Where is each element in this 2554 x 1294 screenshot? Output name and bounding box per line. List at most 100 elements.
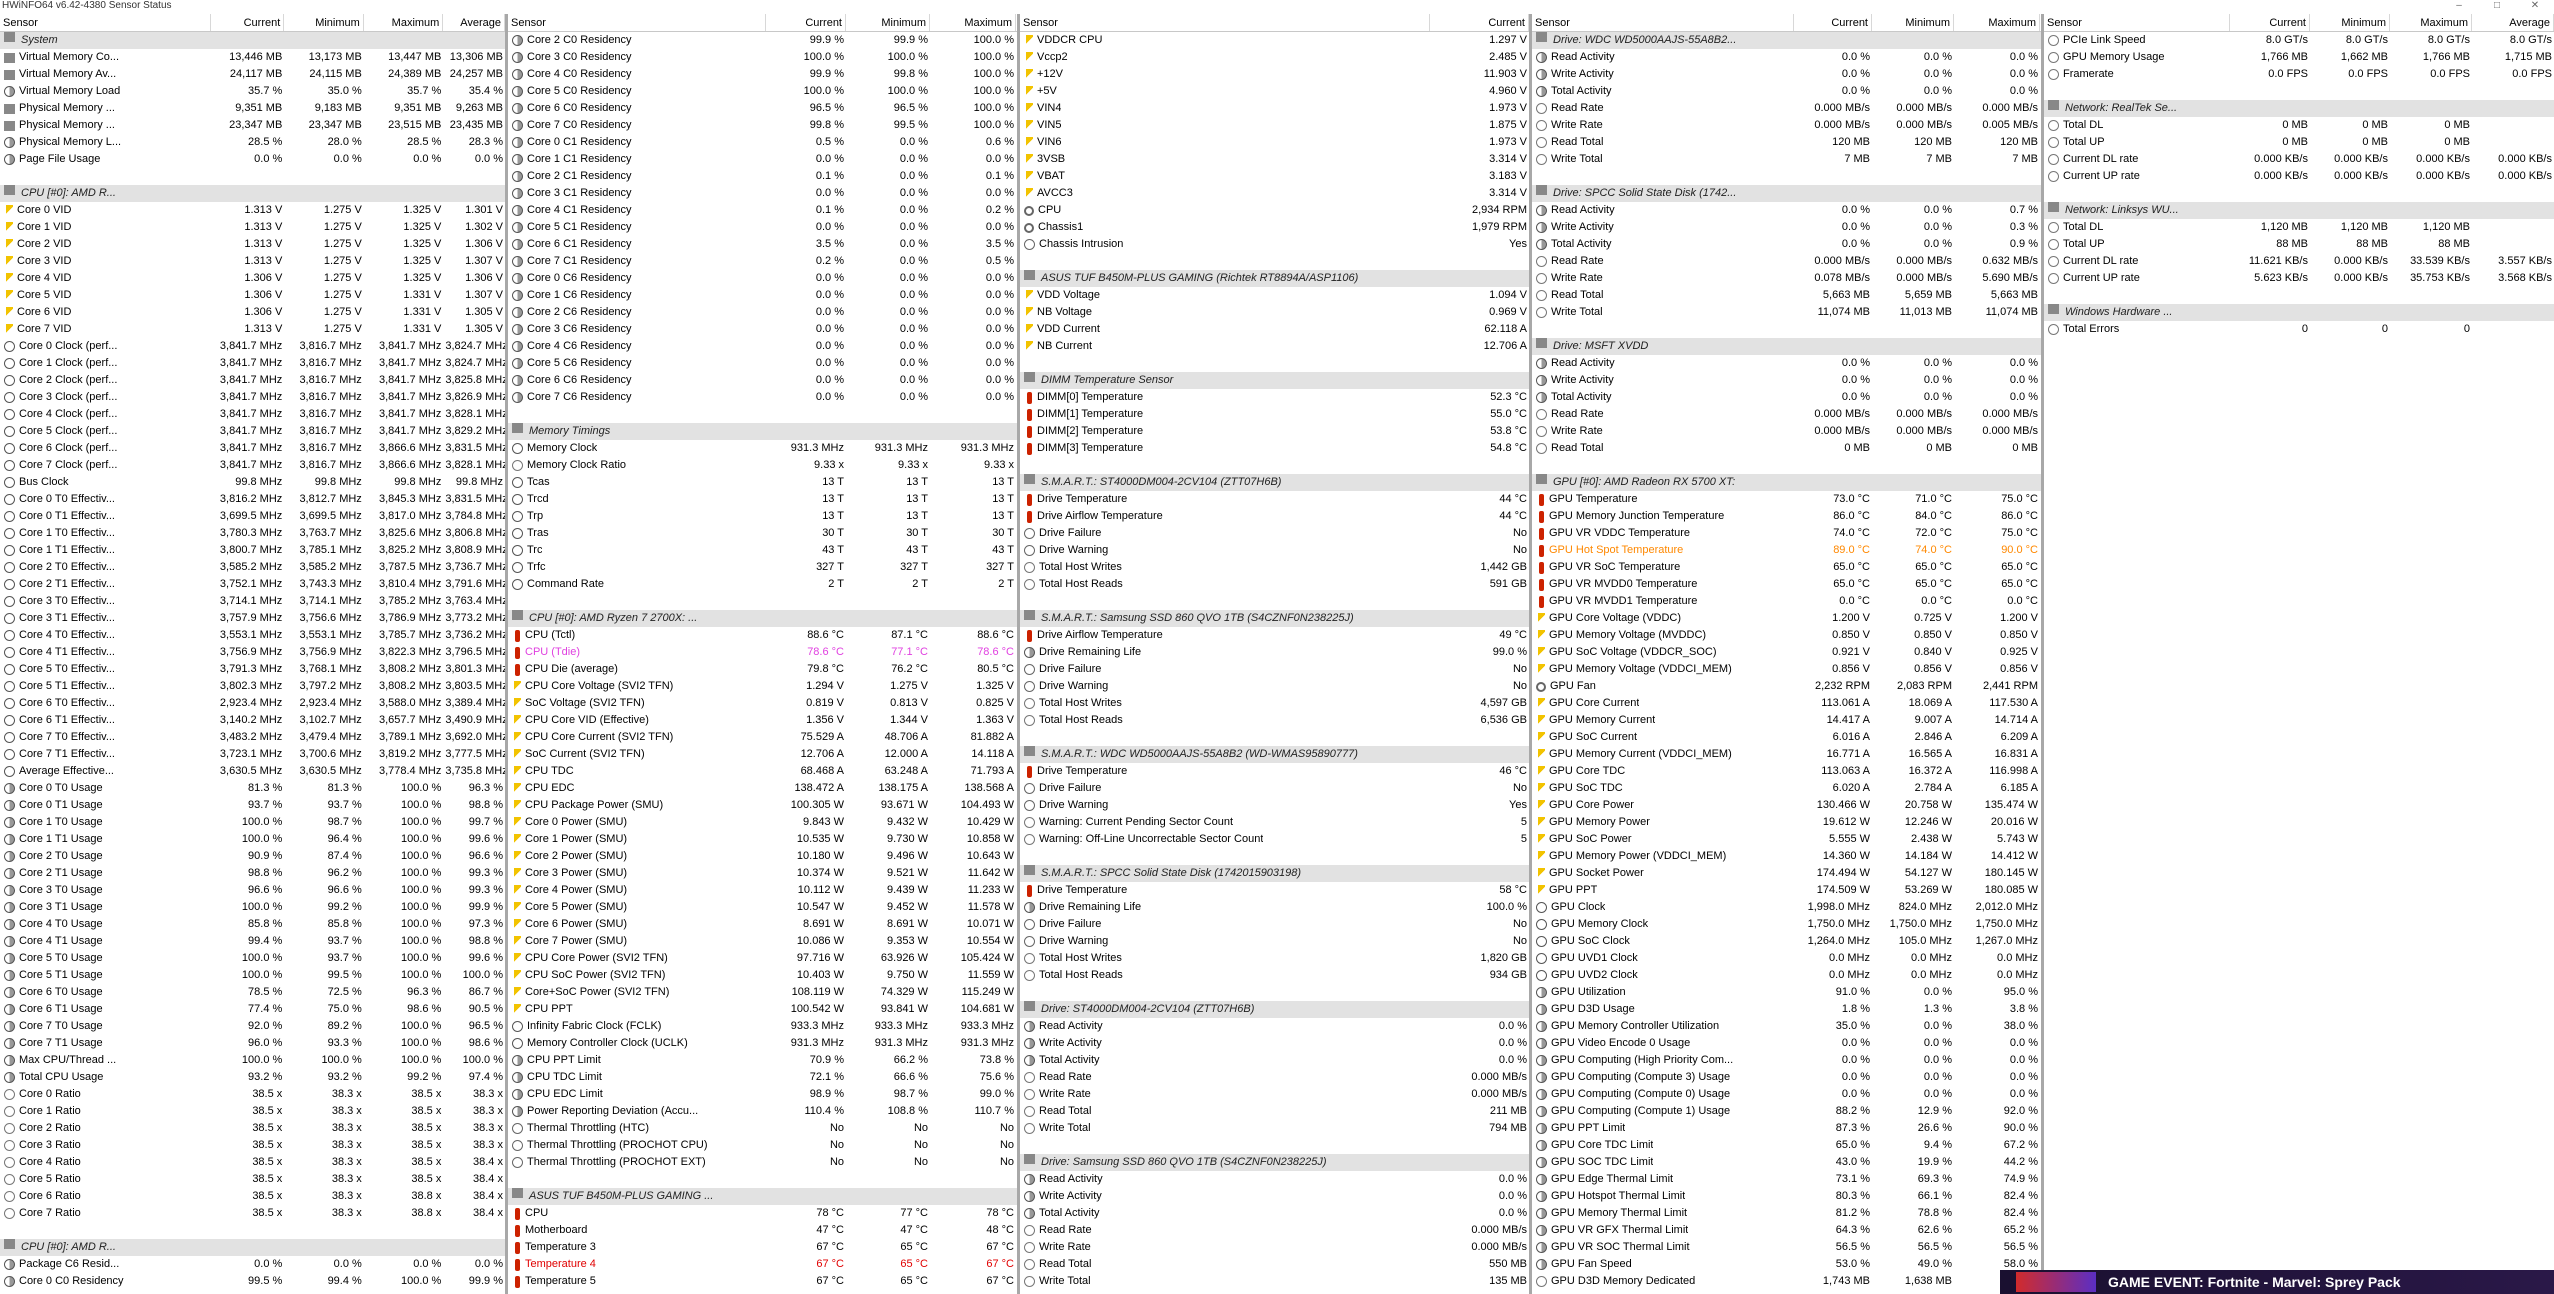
column-header-sensor[interactable]: Sensor [1020, 14, 1430, 31]
sensor-row[interactable]: Memory Clock Ratio 9.33 x 9.33 x 9.33 x [508, 457, 1017, 474]
sensor-row[interactable]: Core 0 C1 Residency 0.5 % 0.0 % 0.6 % [508, 134, 1017, 151]
sensor-row[interactable]: CPU SoC Power (SVI2 TFN) 10.403 W 9.750 W1… [508, 967, 1017, 984]
sensor-row[interactable]: Physical Memory ... 9,351 MB 9,183 MB 9,351… [0, 100, 505, 117]
sensor-row[interactable]: Write Activity 0.0 % [1020, 1188, 1529, 1205]
sensor-row[interactable]: Core 5 C6 Residency 0.0 % 0.0 % 0.0 % [508, 355, 1017, 372]
sensor-row[interactable]: GPU Computing (Compute 0) Usage 0.0 % 0.0 … [1532, 1086, 2041, 1103]
sensor-row[interactable]: GPU SOC TDC Limit 43.0 % 19.9 % 44.2 % [1532, 1154, 2041, 1171]
sensor-row[interactable]: Read Rate 0.000 MB/s [1020, 1069, 1529, 1086]
sensor-row[interactable]: Core 6 T0 Effectiv... 2,923.4 MHz 2,923.4 … [0, 695, 505, 712]
sensor-row[interactable]: Core 7 Clock (perf... 3,841.7 MHz 3,816.7 … [0, 457, 505, 474]
column-header-maximum[interactable]: Maximum [364, 14, 444, 31]
sensor-row[interactable]: Read Total 0 MB 0 MB 0 MB [1532, 440, 2041, 457]
sensor-row[interactable]: GPU Memory Power 19.612 W 12.246 W 20.016 W [1532, 814, 2041, 831]
sensor-row[interactable]: Total Host Writes 4,597 GB [1020, 695, 1529, 712]
sensor-row[interactable]: Read Total 211 MB [1020, 1103, 1529, 1120]
sensor-row[interactable]: Read Total 550 MB [1020, 1256, 1529, 1273]
sensor-row[interactable]: Framerate 0.0 FPS 0.0 FPS 0.0 FPS 0.0 FPS [2044, 66, 2554, 83]
sensor-row[interactable]: Core 4 C0 Residency 99.9 % 99.8 % 100.0 % [508, 66, 1017, 83]
column-header-current[interactable]: Current [766, 14, 846, 31]
sensor-row[interactable]: Core 6 C6 Residency 0.0 % 0.0 % 0.0 % [508, 372, 1017, 389]
sensor-row[interactable]: Tras 30 T 30 T 30 T [508, 525, 1017, 542]
sensor-group-header[interactable]: CPU [#0]: AMD R... [0, 1239, 505, 1256]
sensor-row[interactable]: Core 2 T1 Usage 98.8 % 96.2 % 100.0 % 99.3 % [0, 865, 505, 882]
sensor-group-header[interactable]: CPU [#0]: AMD Ryzen 7 2700X: ... [508, 610, 1017, 627]
sensor-row[interactable]: AVCC3 3.314 V [1020, 185, 1529, 202]
sensor-row[interactable]: VDDCR CPU 1.297 V [1020, 32, 1529, 49]
sensor-row[interactable]: Drive Warning No [1020, 933, 1529, 950]
sensor-group-header[interactable]: Network: Linksys WU... [2044, 202, 2554, 219]
sensor-row[interactable]: Core 5 Power (SMU) 10.547 W 9.452 W 11.578 … [508, 899, 1017, 916]
sensor-row[interactable]: Drive Temperature 44 °C [1020, 491, 1529, 508]
sensor-group-header[interactable]: CPU [#0]: AMD R... [0, 185, 505, 202]
sensor-row[interactable]: Total Host Reads 591 GB [1020, 576, 1529, 593]
sensor-row[interactable]: CPU Package Power (SMU) 100.305 W 93.671 W… [508, 797, 1017, 814]
sensor-row[interactable]: Core 4 C1 Residency 0.1 % 0.0 % 0.2 % [508, 202, 1017, 219]
column-header-maximum[interactable]: Maximum [930, 14, 1016, 31]
sensor-row[interactable]: Drive Warning No [1020, 678, 1529, 695]
sensor-row[interactable]: CPU 78 °C 77 °C 78 °C [508, 1205, 1017, 1222]
sensor-row[interactable]: Total Activity 0.0 % 0.0 % 0.9 % [1532, 236, 2041, 253]
sensor-row[interactable]: Trc 43 T 43 T 43 T [508, 542, 1017, 559]
sensor-row[interactable]: Write Total 794 MB [1020, 1120, 1529, 1137]
sensor-row[interactable]: Core 4 Ratio 38.5 x 38.3 x 38.5 x 38.4 x [0, 1154, 505, 1171]
sensor-row[interactable]: Drive Airflow Temperature 49 °C [1020, 627, 1529, 644]
sensor-row[interactable]: VDD Voltage 1.094 V [1020, 287, 1529, 304]
sensor-row[interactable]: Virtual Memory Load 35.7 % 35.0 % 35.7 % 35.… [0, 83, 505, 100]
sensor-row[interactable]: GPU Memory Controller Utilization 35.0 % 0… [1532, 1018, 2041, 1035]
sensor-row[interactable]: Total UP 88 MB 88 MB 88 MB [2044, 236, 2554, 253]
sensor-group-header[interactable]: ASUS TUF B450M-PLUS GAMING (Richtek RT88… [1020, 270, 1529, 287]
sensor-row[interactable]: Motherboard 47 °C 47 °C 48 °C [508, 1222, 1017, 1239]
sensor-row[interactable]: GPU D3D Usage 1.8 % 1.3 % 3.8 % [1532, 1001, 2041, 1018]
sensor-row[interactable]: GPU UVD2 Clock 0.0 MHz 0.0 MHz 0.0 MHz [1532, 967, 2041, 984]
column-header-sensor[interactable]: Sensor [508, 14, 766, 31]
sensor-row[interactable]: Core 3 T1 Effectiv... 3,757.9 MHz 3,756.6 … [0, 610, 505, 627]
sensor-row[interactable]: GPU Fan 2,232 RPM 2,083 RPM 2,441 RPM [1532, 678, 2041, 695]
sensor-row[interactable]: Core 4 Power (SMU) 10.112 W 9.439 W 11.233 … [508, 882, 1017, 899]
sensor-row[interactable]: Core 7 Power (SMU) 10.086 W 9.353 W 10.554 … [508, 933, 1017, 950]
sensor-row[interactable]: GPU VR GFX Thermal Limit 64.3 % 62.6 % 65.2… [1532, 1222, 2041, 1239]
sensor-row[interactable]: CPU (Tctl) 88.6 °C 87.1 °C 88.6 °C [508, 627, 1017, 644]
sensor-row[interactable]: Core 4 T1 Effectiv... 3,756.9 MHz 3,756.9 … [0, 644, 505, 661]
sensor-row[interactable]: Core 2 C6 Residency 0.0 % 0.0 % 0.0 % [508, 304, 1017, 321]
sensor-row[interactable]: Write Rate 0.000 MB/s 0.000 MB/s 0.005 MB/s [1532, 117, 2041, 134]
sensor-row[interactable]: GPU Edge Thermal Limit 73.1 % 69.3 % 74.9 % [1532, 1171, 2041, 1188]
sensor-row[interactable]: GPU Hot Spot Temperature 89.0 °C 74.0 °C 90… [1532, 542, 2041, 559]
column-header-sensor[interactable]: Sensor [2044, 14, 2230, 31]
sensor-row[interactable]: Core 0 T1 Usage 93.7 % 93.7 % 100.0 % 98.8 % [0, 797, 505, 814]
sensor-row[interactable]: Vccp2 2.485 V [1020, 49, 1529, 66]
sensor-row[interactable]: GPU VR SoC Temperature 65.0 °C 65.0 °C 65.0… [1532, 559, 2041, 576]
sensor-row[interactable]: Core 6 VID 1.306 V 1.275 V 1.331 V 1.305 V [0, 304, 505, 321]
sensor-row[interactable]: Drive Warning Yes [1020, 797, 1529, 814]
sensor-row[interactable]: Core 1 T0 Usage 100.0 % 98.7 % 100.0 % 99.7 … [0, 814, 505, 831]
sensor-row[interactable]: Trfc 327 T 327 T 327 T [508, 559, 1017, 576]
sensor-row[interactable]: Thermal Throttling (PROCHOT CPU) No No No [508, 1137, 1017, 1154]
sensor-row[interactable]: GPU Hotspot Thermal Limit 80.3 % 66.1 % 82.… [1532, 1188, 2041, 1205]
sensor-row[interactable]: Trp 13 T 13 T 13 T [508, 508, 1017, 525]
sensor-row[interactable]: Core 7 C0 Residency 99.8 % 99.5 % 100.0 % [508, 117, 1017, 134]
sensor-row[interactable]: GPU SoC TDC 6.020 A 2.784 A 6.185 A [1532, 780, 2041, 797]
sensor-row[interactable]: Current UP rate 5.623 KB/s 0.000 KB/s 35.75… [2044, 270, 2554, 287]
sensor-row[interactable]: Write Activity 0.0 % 0.0 % 0.0 % [1532, 66, 2041, 83]
sensor-row[interactable]: Total Host Writes 1,820 GB [1020, 950, 1529, 967]
sensor-row[interactable]: Write Rate 0.078 MB/s 0.000 MB/s 5.690 MB/s [1532, 270, 2041, 287]
sensor-row[interactable]: Core 1 Clock (perf... 3,841.7 MHz 3,816.7 … [0, 355, 505, 372]
sensor-row[interactable]: Command Rate 2 T2 T2 T [508, 576, 1017, 593]
sensor-row[interactable]: Core 2 Power (SMU) 10.180 W 9.496 W 10.643 … [508, 848, 1017, 865]
sensor-row[interactable]: Total Errors 0 0 0 [2044, 321, 2554, 338]
sensor-row[interactable]: Total Activity 0.0 % [1020, 1205, 1529, 1222]
column-header-minimum[interactable]: Minimum [846, 14, 930, 31]
sensor-row[interactable]: Core 2 Clock (perf... 3,841.7 MHz 3,816.7 … [0, 372, 505, 389]
sensor-row[interactable]: GPU SoC Power 5.555 W 2.438 W 5.743 W [1532, 831, 2041, 848]
sensor-row[interactable]: CPU Die (average) 79.8 °C 76.2 °C 80.5 °C [508, 661, 1017, 678]
sensor-row[interactable]: Read Activity 0.0 % 0.0 % 0.0 % [1532, 49, 2041, 66]
column-header-maximum[interactable]: Maximum [2390, 14, 2472, 31]
sensor-row[interactable]: Core 4 VID 1.306 V 1.275 V 1.325 V 1.306 V [0, 270, 505, 287]
sensor-row[interactable]: CPU (Tdie) 78.6 °C 77.1 °C 78.6 °C [508, 644, 1017, 661]
sensor-row[interactable]: VIN6 1.973 V [1020, 134, 1529, 151]
sensor-row[interactable]: Write Rate 0.000 MB/s [1020, 1086, 1529, 1103]
sensor-row[interactable]: Core 0 T1 Effectiv... 3,699.5 MHz 3,699.5 … [0, 508, 505, 525]
sensor-row[interactable]: Core 3 C6 Residency 0.0 % 0.0 % 0.0 % [508, 321, 1017, 338]
sensor-row[interactable]: Package C6 Resid... 0.0 % 0.0 % 0.0 % 0.0 % [0, 1256, 505, 1273]
sensor-row[interactable]: DIMM[3] Temperature 54.8 °C [1020, 440, 1529, 457]
